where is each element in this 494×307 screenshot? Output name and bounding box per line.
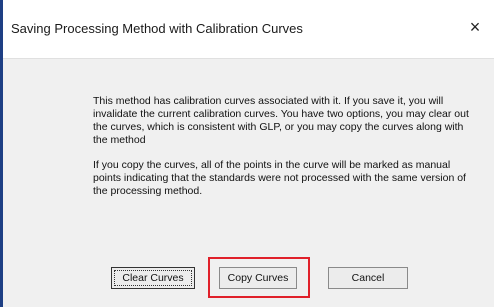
dialog-title: Saving Processing Method with Calibratio… xyxy=(11,21,303,36)
message-paragraph-1: This method has calibration curves assoc… xyxy=(93,95,469,146)
save-method-dialog: Saving Processing Method with Calibratio… xyxy=(0,0,494,307)
copy-curves-button[interactable]: Copy Curves xyxy=(219,267,297,289)
titlebar[interactable]: Saving Processing Method with Calibratio… xyxy=(3,0,494,58)
close-icon[interactable]: × xyxy=(462,14,488,40)
dialog-body: This method has calibration curves assoc… xyxy=(3,58,494,307)
clear-curves-button[interactable]: Clear Curves xyxy=(111,267,195,289)
message-paragraph-2: If you copy the curves, all of the point… xyxy=(93,159,466,197)
cancel-button[interactable]: Cancel xyxy=(328,267,408,289)
